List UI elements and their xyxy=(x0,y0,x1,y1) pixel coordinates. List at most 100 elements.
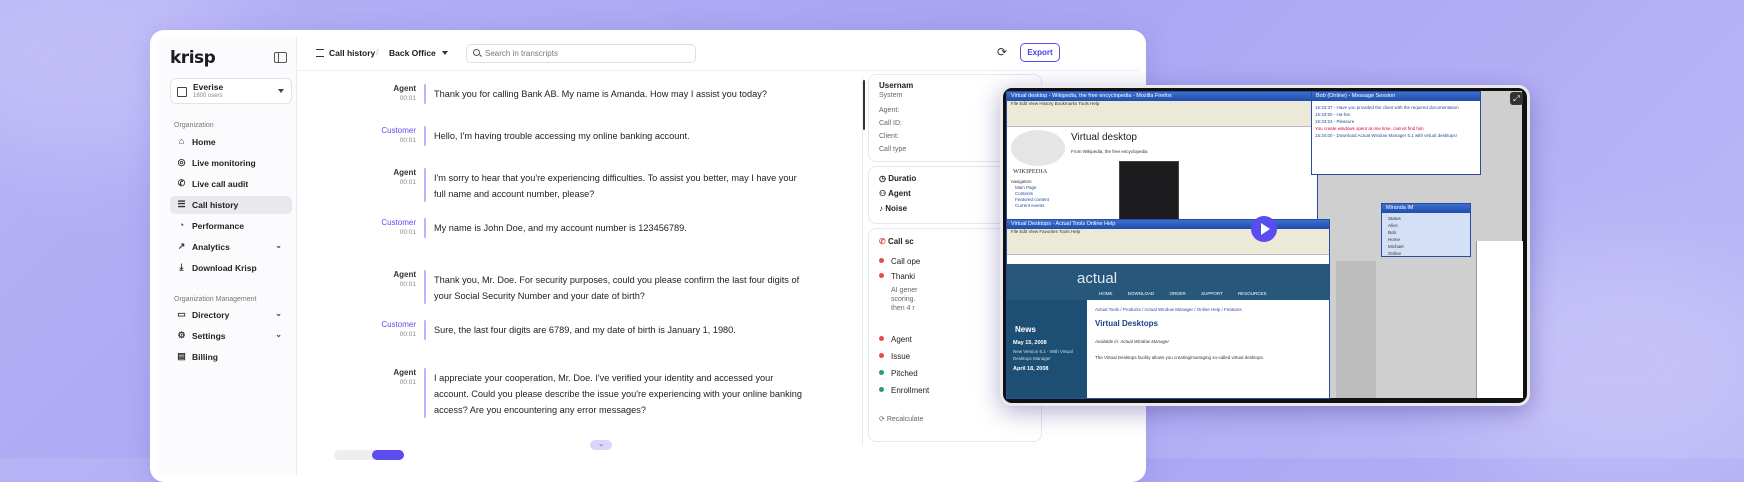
sidebar-item-label: Live monitoring xyxy=(192,158,256,168)
wikipedia-globe xyxy=(1011,130,1065,166)
message-bar xyxy=(424,368,426,418)
score-item-label: Thanki xyxy=(891,272,916,281)
scrollbar[interactable] xyxy=(863,80,865,130)
clock-icon: ◷ xyxy=(879,174,889,183)
score-item[interactable]: Agent xyxy=(879,335,912,344)
workspace-selector[interactable]: Everise 1800 users xyxy=(170,78,292,104)
news-title: News xyxy=(1015,325,1036,334)
card-icon: ▤ xyxy=(177,351,186,361)
message-bar xyxy=(424,270,426,304)
list-icon: ☰ xyxy=(177,199,186,209)
wikipedia-logo: WIKIPEDIA xyxy=(1013,168,1048,175)
score-item-label: Agent xyxy=(891,335,912,344)
play-toggle[interactable] xyxy=(372,450,404,460)
sidebar-item-performance[interactable]: ◔ Performance xyxy=(170,217,292,235)
sidebar-item-home[interactable]: ⌂ Home xyxy=(170,133,292,151)
recalculate-button[interactable]: ⟳ Recalculate xyxy=(879,415,923,423)
refresh-icon[interactable]: ⟳ xyxy=(997,45,1007,59)
field-agent: Agent: xyxy=(879,107,900,114)
chevron-down-icon: ⌄ xyxy=(275,241,282,250)
sidebar-item-live-call-audit[interactable]: ✆ Live call audit xyxy=(170,175,292,193)
window-title: Virtual desktop - Wikipedia, the free en… xyxy=(1007,92,1317,101)
folder-icon: ▭ xyxy=(177,309,186,319)
contact: Online xyxy=(1388,251,1402,256)
chevron-down-icon[interactable]: ⌄ xyxy=(590,440,612,450)
section-label: Organization xyxy=(174,122,214,129)
window-title: Bob (Online) - Message Session xyxy=(1312,92,1480,101)
username: Usernam xyxy=(879,81,914,90)
sidebar-item-label: Settings xyxy=(192,331,226,341)
sidebar-item-label: Call history xyxy=(192,200,239,210)
contact: Status xyxy=(1388,216,1401,221)
sidebar-item-live-monitoring[interactable]: ◎ Live monitoring xyxy=(170,154,292,172)
breadcrumb-label: Back Office xyxy=(389,48,436,58)
wiki-nav[interactable]: Current events xyxy=(1015,202,1045,209)
actual-heading: Virtual Desktops xyxy=(1095,319,1158,328)
play-icon[interactable] xyxy=(1251,216,1277,242)
message-time: 00:01 xyxy=(399,179,416,186)
score-item-label: Pitched xyxy=(891,369,918,378)
sidebar-item-analytics[interactable]: ↗ Analytics ⌄ xyxy=(170,238,292,256)
chat-line: 15:33:50 - Ha-ha! xyxy=(1315,112,1351,117)
message-text: Thank you for calling Bank AB. My name i… xyxy=(434,89,767,99)
message-time: 00:01 xyxy=(399,379,416,386)
system-label: System xyxy=(879,92,903,99)
krisp-logo: krisp xyxy=(170,48,216,68)
speaker-label: Customer xyxy=(381,126,416,135)
score-item-label: Issue xyxy=(891,352,911,361)
agent-text: Agent xyxy=(888,189,911,198)
contact: Bob xyxy=(1388,230,1397,235)
section-label: Organization Management xyxy=(174,296,257,303)
field-call-type: Call type xyxy=(879,146,907,153)
speaker-label: Customer xyxy=(381,218,416,227)
chart-icon: ↗ xyxy=(177,241,186,251)
search-icon xyxy=(473,49,480,56)
message-bar xyxy=(424,84,426,104)
chevron-down-icon: ⌄ xyxy=(275,330,282,339)
breadcrumb-call-history[interactable]: Call history xyxy=(316,48,375,58)
sidebar-item-billing[interactable]: ▤ Billing xyxy=(170,348,292,366)
search-placeholder: Search in transcripts xyxy=(485,49,558,58)
speaker-label: Agent xyxy=(393,270,416,279)
sidebar-item-settings[interactable]: ⚙ Settings ⌄ xyxy=(170,327,292,345)
home-icon: ⌂ xyxy=(178,136,185,146)
monitor-icon: ◎ xyxy=(177,157,186,167)
actual-tools-window: Virtual Desktops - Actual Tools Online H… xyxy=(1006,219,1330,399)
score-item[interactable]: Thanki xyxy=(879,272,915,281)
speaker-label: Agent xyxy=(393,168,416,177)
window-title: Virtual Desktops - Actual Tools Online H… xyxy=(1007,220,1329,229)
breadcrumb-back-office[interactable]: Back Office xyxy=(389,48,448,58)
wiki-heading: Virtual desktop xyxy=(1071,132,1137,143)
duration-text: Duratio xyxy=(888,174,917,183)
field-call-id: Call ID: xyxy=(879,120,902,127)
score-item[interactable]: Call ope xyxy=(879,257,920,266)
app-window: krisp Everise 1800 users Organization ⌂ H… xyxy=(150,30,1146,482)
sidebar-item-download-krisp[interactable]: ⤓ Download Krisp xyxy=(170,259,292,277)
actual-breadcrumb[interactable]: Actual Tools / Products / Actual Window … xyxy=(1095,306,1242,313)
workspace-name: Everise xyxy=(193,82,224,92)
workspace-users: 1800 users xyxy=(193,93,223,99)
collapse-sidebar-icon[interactable] xyxy=(274,52,287,63)
search-input[interactable]: Search in transcripts xyxy=(466,44,696,63)
score-item[interactable]: Pitched xyxy=(879,369,918,378)
message-bar xyxy=(424,320,426,340)
gear-icon: ⚙ xyxy=(177,330,186,340)
recalculate-label: Recalculate xyxy=(886,416,924,423)
sidebar-item-directory[interactable]: ▭ Directory ⌄ xyxy=(170,306,292,324)
actual-available: Available in: Actual Window Manager xyxy=(1095,339,1169,344)
sidebar-item-label: Analytics xyxy=(192,242,230,252)
fullscreen-icon[interactable]: ⤢ xyxy=(1510,92,1523,105)
call-score-title: ✆ Call sc xyxy=(879,237,914,246)
panel-divider xyxy=(862,76,863,446)
refresh-icon: ⟳ xyxy=(879,416,887,423)
export-button[interactable]: Export xyxy=(1020,43,1060,62)
contact: Home xyxy=(1388,237,1401,242)
message-text: I'm sorry to hear that you're experienci… xyxy=(434,173,797,199)
message-text: Sure, the last four digits are 6789, and… xyxy=(434,325,736,335)
building-icon xyxy=(177,87,187,97)
virtual-desktop-preview: Virtual desktop - Wikipedia, the free en… xyxy=(1000,85,1530,406)
sidebar-item-label: Download Krisp xyxy=(192,263,257,273)
score-item[interactable]: Issue xyxy=(879,352,910,361)
sidebar-item-call-history[interactable]: ☰ Call history xyxy=(170,196,292,214)
grid-panel xyxy=(1336,261,1376,398)
